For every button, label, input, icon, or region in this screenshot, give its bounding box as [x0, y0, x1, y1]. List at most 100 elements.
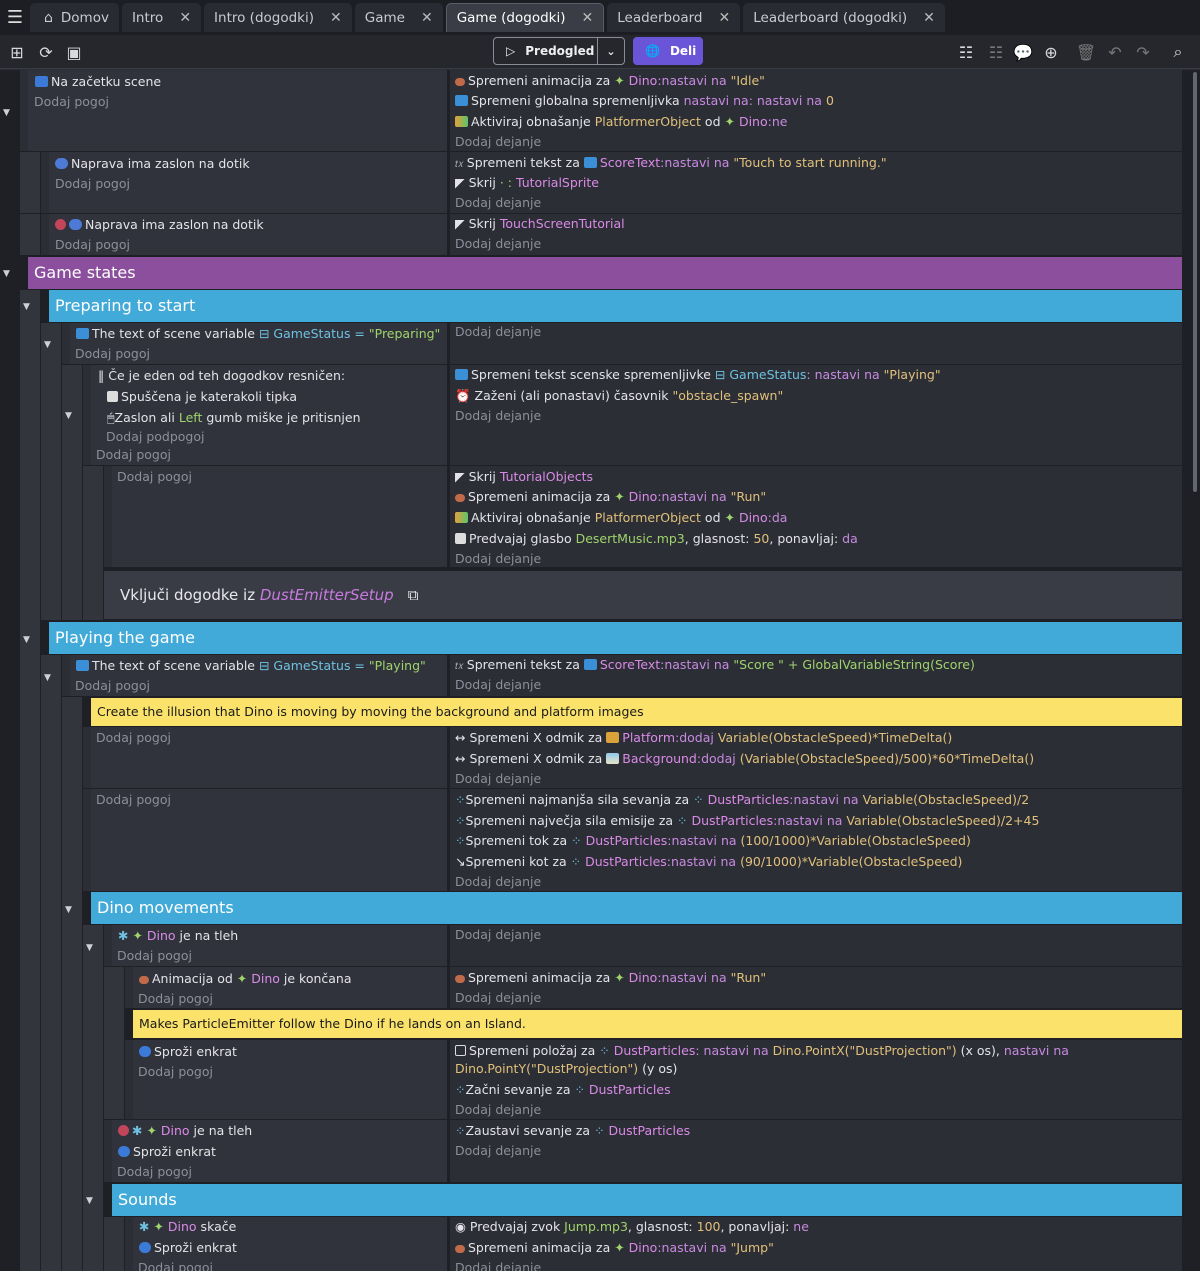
add-condition-link[interactable]: Dodaj pogoj — [55, 236, 130, 254]
close-icon[interactable]: ✕ — [582, 10, 594, 26]
add-more-icon[interactable]: ⊕ — [1040, 41, 1062, 63]
tab-leaderboard-events[interactable]: Leaderboard (dogodki) ✕ — [743, 3, 945, 32]
undo-icon[interactable]: ↶ — [1104, 41, 1126, 63]
action-line[interactable]: ⁘Zaustavi sevanje za ⁘ DustParticles — [455, 1122, 690, 1140]
collapse-arrow-icon[interactable]: ▼ — [65, 411, 72, 421]
add-action-link[interactable]: Dodaj dejanje — [455, 873, 541, 891]
action-line[interactable]: Spremeni animacija za ✦ Dino:nastavi na … — [455, 969, 766, 987]
tab-game-events[interactable]: Game (dogodki) ✕ — [445, 3, 605, 32]
share-button[interactable]: 🌐 Deli — [633, 37, 703, 65]
action-line[interactable]: ↔ Spremeni X odmik za Platform:dodaj Var… — [455, 729, 952, 747]
close-icon[interactable]: ✕ — [179, 10, 191, 26]
add-action-link[interactable]: Dodaj dejanje — [455, 133, 541, 151]
add-action-link[interactable]: Dodaj dejanje — [455, 1142, 541, 1160]
condition-line[interactable]: Na začetku scene — [35, 73, 161, 91]
event-sheet[interactable]: ▼ Na začetku scene Dodaj pogoj Spremeni … — [0, 70, 1200, 1271]
collapse-arrow-icon[interactable]: ▼ — [44, 340, 51, 350]
condition-line[interactable]: ✱ ✦ Dino je na tleh — [118, 1122, 252, 1140]
collapse-arrow-icon[interactable]: ▼ — [65, 905, 72, 915]
add-condition-link[interactable]: Dodaj pogoj — [138, 1259, 213, 1271]
open-external-icon[interactable]: ⧉ — [408, 586, 419, 604]
action-line[interactable]: 𝑡𝑥 Spremeni tekst za ScoreText:nastavi n… — [455, 154, 887, 172]
search-icon[interactable]: ⌕ — [1167, 41, 1189, 63]
action-line[interactable]: 𝑡𝑥 Spremeni tekst za ScoreText:nastavi n… — [455, 656, 975, 674]
close-icon[interactable]: ✕ — [421, 10, 433, 26]
add-action-link[interactable]: Dodaj dejanje — [455, 1101, 541, 1119]
tab-intro-events[interactable]: Intro (dogodki) ✕ — [204, 3, 352, 32]
action-line[interactable]: ↔ Spremeni X odmik za Background:dodaj (… — [455, 750, 1034, 768]
link-event[interactable]: Vključi dogodke iz DustEmitterSetup ⧉ — [104, 571, 1182, 619]
action-line[interactable]: ⁘Spremeni najmanjša sila sevanja za ⁘ Du… — [455, 791, 1029, 809]
condition-line[interactable]: ✱ ✦ Dino je na tleh — [118, 927, 238, 945]
action-line-continued[interactable]: Dino.PointY("DustProjection") (y os) — [455, 1060, 677, 1078]
chevron-down-icon[interactable]: ⌄ — [598, 45, 624, 58]
action-line[interactable]: Spremeni tekst scenske spremenljivke ⊟ G… — [455, 366, 941, 384]
tab-game[interactable]: Game ✕ — [354, 3, 443, 32]
add-condition-link[interactable]: Dodaj pogoj — [75, 677, 150, 695]
add-event-icon[interactable]: ☷ — [955, 41, 977, 63]
action-line[interactable]: Aktiviraj obnašanje PlatformerObject od … — [455, 509, 787, 527]
add-comment-icon[interactable]: 💬 — [1012, 41, 1034, 63]
tab-home[interactable]: ⌂ Domov — [30, 3, 119, 32]
group-sounds[interactable]: Sounds — [112, 1184, 1182, 1216]
add-condition-link[interactable]: Dodaj pogoj — [75, 345, 150, 363]
add-condition-link[interactable]: Dodaj pogoj — [96, 446, 171, 464]
add-action-link[interactable]: Dodaj dejanje — [455, 676, 541, 694]
action-line[interactable]: ◉ Predvajaj zvok Jump.mp3, glasnost: 100… — [455, 1218, 809, 1236]
action-line[interactable]: ↘Spremeni kot za ⁘ DustParticles:nastavi… — [455, 853, 962, 871]
add-action-link[interactable]: Dodaj dejanje — [455, 1259, 541, 1271]
comment-block[interactable]: Create the illusion that Dino is moving … — [91, 698, 1182, 726]
delete-icon[interactable]: 🗑 — [1075, 41, 1097, 63]
add-condition-link[interactable]: Dodaj pogoj — [117, 947, 192, 965]
add-condition-link[interactable]: Dodaj pogoj — [117, 468, 192, 486]
collapse-arrow-icon[interactable]: ▼ — [3, 269, 10, 279]
action-line[interactable]: ⁘Spremeni tok za ⁘ DustParticles:nastavi… — [455, 832, 971, 850]
group-playing-the-game[interactable]: Playing the game — [49, 622, 1182, 654]
tab-intro[interactable]: Intro ✕ — [121, 3, 202, 32]
condition-line[interactable]: Naprava ima zaslon na dotik — [55, 155, 250, 173]
add-condition-link[interactable]: Dodaj pogoj — [55, 175, 130, 193]
condition-line[interactable]: Animacija od ✦ Dino je končana — [139, 970, 352, 988]
add-subevent-icon[interactable]: ☷ — [985, 41, 1007, 63]
tab-leaderboard[interactable]: Leaderboard ✕ — [607, 3, 741, 32]
group-game-states[interactable]: Game states — [28, 257, 1182, 289]
layout-panels-icon[interactable]: ⊞ — [6, 41, 28, 63]
subcondition-line[interactable]: 🖱Zaslon ali Left gumb miške je pritisnje… — [107, 409, 361, 427]
redo-icon[interactable]: ↷ — [1132, 41, 1154, 63]
add-condition-link[interactable]: Dodaj pogoj — [96, 729, 171, 747]
collapse-arrow-icon[interactable]: ▼ — [86, 943, 93, 953]
condition-line[interactable]: ✱ ✦ Dino skače — [139, 1218, 236, 1236]
action-line[interactable]: Spremeni položaj za ⁘ DustParticles: nas… — [455, 1042, 1069, 1060]
condition-line[interactable]: The text of scene variable ⊟ GameStatus … — [76, 657, 426, 675]
vertical-scrollbar[interactable] — [1193, 72, 1197, 492]
condition-line[interactable]: The text of scene variable ⊟ GameStatus … — [76, 325, 440, 343]
add-condition-link[interactable]: Dodaj pogoj — [34, 93, 109, 111]
save-icon[interactable]: ▣ — [63, 41, 85, 63]
collapse-arrow-icon[interactable]: ▼ — [86, 1196, 93, 1206]
action-line[interactable]: Spremeni animacija za ✦ Dino:nastavi na … — [455, 1239, 774, 1257]
action-line[interactable]: Spremeni animacija za ✦ Dino:nastavi na … — [455, 488, 766, 506]
add-action-link[interactable]: Dodaj dejanje — [455, 550, 541, 568]
group-dino-movements[interactable]: Dino movements — [91, 892, 1182, 924]
condition-line[interactable]: Sproži enkrat — [139, 1043, 237, 1061]
comment-block[interactable]: Makes ParticleEmitter follow the Dino if… — [133, 1010, 1182, 1038]
add-action-link[interactable]: Dodaj dejanje — [455, 926, 541, 944]
add-condition-link[interactable]: Dodaj pogoj — [96, 791, 171, 809]
add-action-link[interactable]: Dodaj dejanje — [455, 323, 541, 341]
history-icon[interactable]: ⟳ — [35, 41, 57, 63]
add-action-link[interactable]: Dodaj dejanje — [455, 407, 541, 425]
add-action-link[interactable]: Dodaj dejanje — [455, 770, 541, 788]
action-line[interactable]: ⁘Spremeni največja sila emisije za ⁘ Dus… — [455, 812, 1039, 830]
preview-button[interactable]: ▷ Predogled ⌄ — [493, 37, 625, 65]
link-target[interactable]: DustEmitterSetup — [260, 586, 394, 604]
add-condition-link[interactable]: Dodaj pogoj — [138, 990, 213, 1008]
add-subcondition-link[interactable]: Dodaj podpogoj — [106, 428, 204, 446]
condition-line[interactable]: ‖ Če je eden od teh dogodkov resničen: — [98, 367, 345, 385]
action-line[interactable]: ◤ Skrij · : TutorialSprite — [455, 174, 599, 192]
collapse-arrow-icon[interactable]: ▼ — [23, 635, 30, 645]
action-line[interactable]: Spremeni globalna spremenljivka nastavi … — [455, 92, 834, 110]
action-line[interactable]: ⁘Začni sevanje za ⁘ DustParticles — [455, 1081, 671, 1099]
close-icon[interactable]: ✕ — [330, 10, 342, 26]
add-condition-link[interactable]: Dodaj pogoj — [117, 1163, 192, 1181]
action-line[interactable]: Predvajaj glasbo DesertMusic.mp3, glasno… — [455, 530, 858, 548]
